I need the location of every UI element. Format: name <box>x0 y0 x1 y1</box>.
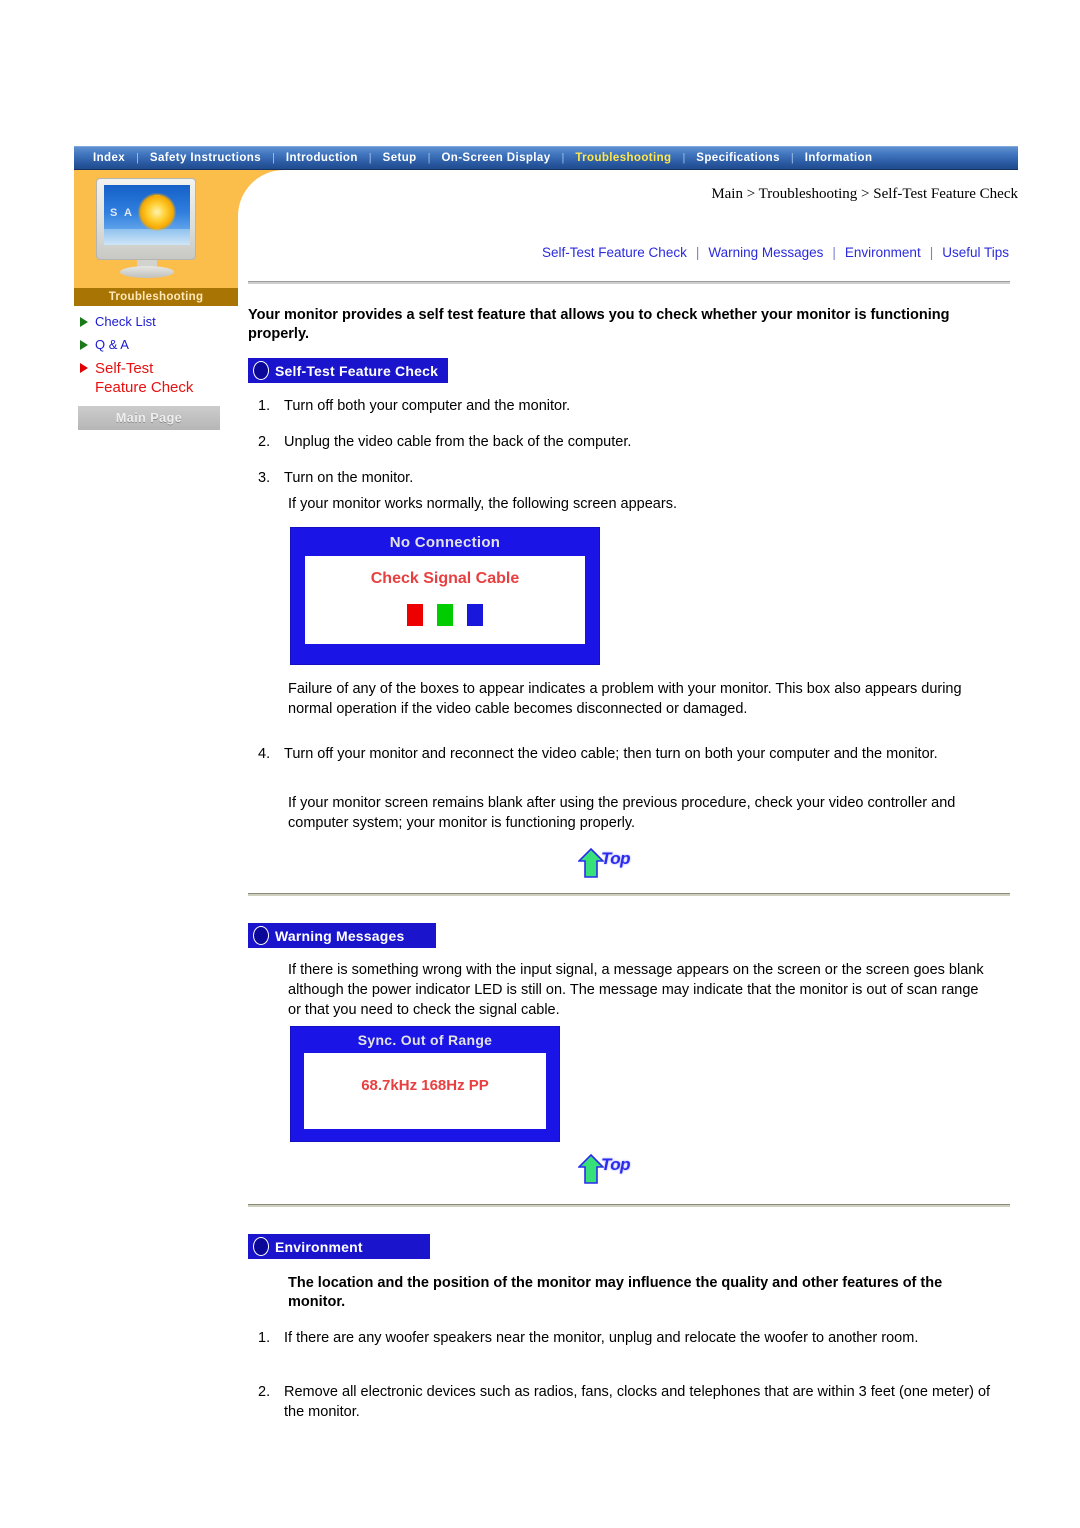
rgb-swatch-row <box>305 604 585 626</box>
swatch-red <box>407 604 423 626</box>
nav-item-safety-instructions[interactable]: Safety Instructions <box>139 147 272 169</box>
list-text: If there are any woofer speakers near th… <box>284 1330 919 1346</box>
warning-messages-paragraph: If there is something wrong with the inp… <box>288 962 984 1018</box>
osd-inner-panel: Check Signal Cable <box>305 556 585 644</box>
list-item: 2. Unplug the video cable from the back … <box>258 432 998 452</box>
list-number: 2. <box>258 1384 271 1400</box>
sidebar-item-label: Q & A <box>95 337 129 352</box>
triangle-bullet-icon <box>80 363 88 373</box>
divider-section-2 <box>248 1204 1010 1207</box>
sidebar-item-self-test-feature-check[interactable]: Self-Test Feature Check <box>78 359 248 397</box>
banner-label: Environment <box>275 1238 363 1255</box>
environment-heading: The location and the position of the mon… <box>288 1275 943 1310</box>
osd-inner-panel: 68.7kHz 168Hz PP <box>304 1053 546 1129</box>
section-sublinks: Self-Test Feature Check | Warning Messag… <box>533 245 1018 260</box>
osd-title: Sync. Out of Range <box>357 1032 493 1048</box>
back-to-top-label: Top <box>601 1155 631 1174</box>
nav-item-information[interactable]: Information <box>794 147 884 169</box>
banner-environment: Environment <box>248 1234 430 1259</box>
sublink-warning-messages[interactable]: Warning Messages <box>699 245 832 260</box>
nav-item-specifications[interactable]: Specifications <box>685 147 791 169</box>
screen-logo-text: S A <box>110 207 134 219</box>
wallpaper-hill <box>104 229 190 245</box>
osd-title: No Connection <box>389 534 501 551</box>
monitor-screen: S A <box>104 185 190 245</box>
breadcrumb: Main > Troubleshooting > Self-Test Featu… <box>711 186 1018 202</box>
list-number: 1. <box>258 1330 271 1346</box>
sidebar-item-check-list[interactable]: Check List <box>78 313 248 331</box>
list-text: Remove all electronic devices such as ra… <box>284 1384 991 1420</box>
list-number: 3. <box>258 470 271 486</box>
list-item: 1. Turn off both your computer and the m… <box>258 396 998 416</box>
top-navigation-bar: Index | Safety Instructions | Introducti… <box>74 146 1018 170</box>
sublink-self-test-feature-check[interactable]: Self-Test Feature Check <box>533 245 696 260</box>
banner-label: Self-Test Feature Check <box>275 362 439 379</box>
nav-item-setup[interactable]: Setup <box>372 147 428 169</box>
banner-label: Warning Messages <box>275 927 405 944</box>
sun-flower-icon <box>138 193 176 231</box>
banner-bullet-icon <box>253 1237 269 1256</box>
nav-item-index[interactable]: Index <box>82 147 136 169</box>
list-item: 1. If there are any woofer speakers near… <box>258 1328 998 1348</box>
nav-item-troubleshooting[interactable]: Troubleshooting <box>564 147 682 169</box>
list-item: 2. Remove all electronic devices such as… <box>258 1382 998 1422</box>
list-text: Turn off both your computer and the moni… <box>284 398 571 414</box>
triangle-bullet-icon <box>80 317 88 327</box>
swatch-green <box>437 604 453 626</box>
osd-sync-out-of-range-image: Sync. Out of Range 68.7kHz 168Hz PP <box>290 1026 560 1142</box>
list-text: Unplug the video cable from the back of … <box>284 434 632 450</box>
nav-item-introduction[interactable]: Introduction <box>275 147 369 169</box>
osd-no-connection-image: No Connection Check Signal Cable <box>290 527 600 665</box>
banner-bullet-icon <box>253 926 269 945</box>
osd-message: Check Signal Cable <box>370 570 520 587</box>
list-text: Turn on the monitor. <box>284 470 414 486</box>
list-number: 2. <box>258 434 271 450</box>
list-item: 4. Turn off your monitor and reconnect t… <box>258 744 998 764</box>
banner-warning-messages: Warning Messages <box>248 923 436 948</box>
closing-paragraph: If your monitor screen remains blank aft… <box>288 795 956 831</box>
sidebar-item-label: Self-Test Feature Check <box>95 360 194 396</box>
banner-self-test-feature-check: Self-Test Feature Check <box>248 358 448 383</box>
page-root: Index | Safety Instructions | Introducti… <box>0 0 1080 1528</box>
back-to-top-label: Top <box>601 849 631 868</box>
list-item: 3. Turn on the monitor. <box>258 468 998 488</box>
nav-item-on-screen-display[interactable]: On-Screen Display <box>430 147 561 169</box>
banner-bullet-icon <box>253 361 269 380</box>
main-page-button[interactable]: Main Page <box>78 406 220 430</box>
osd-message: 68.7kHz 168Hz PP <box>361 1077 489 1094</box>
divider-top <box>248 281 1010 284</box>
sublink-environment[interactable]: Environment <box>836 245 930 260</box>
sidebar-item-label: Check List <box>95 314 156 329</box>
sidebar-link-list: Check List Q & A Self-Test Feature Check <box>78 313 248 402</box>
triangle-bullet-icon <box>80 340 88 350</box>
page-lead-text: Your monitor provides a self test featur… <box>248 307 950 342</box>
list-number: 1. <box>258 398 271 414</box>
monitor-thumbnail-image: S A <box>88 178 206 282</box>
monitor-bezel: S A <box>96 178 196 260</box>
divider-section-1 <box>248 893 1010 896</box>
sublink-useful-tips[interactable]: Useful Tips <box>933 245 1018 260</box>
monitor-stand-base <box>120 266 174 278</box>
note-text: If your monitor works normally, the foll… <box>288 496 677 512</box>
back-to-top-button[interactable]: Top <box>578 846 642 880</box>
list-text: Turn off your monitor and reconnect the … <box>284 746 938 762</box>
sidebar-item-q-and-a[interactable]: Q & A <box>78 336 248 354</box>
back-to-top-button[interactable]: Top <box>578 1152 642 1186</box>
paragraph-after-image: Failure of any of the boxes to appear in… <box>288 681 962 717</box>
swatch-blue <box>467 604 483 626</box>
list-number: 4. <box>258 746 271 762</box>
sidebar-section-caption: Troubleshooting <box>74 288 238 306</box>
